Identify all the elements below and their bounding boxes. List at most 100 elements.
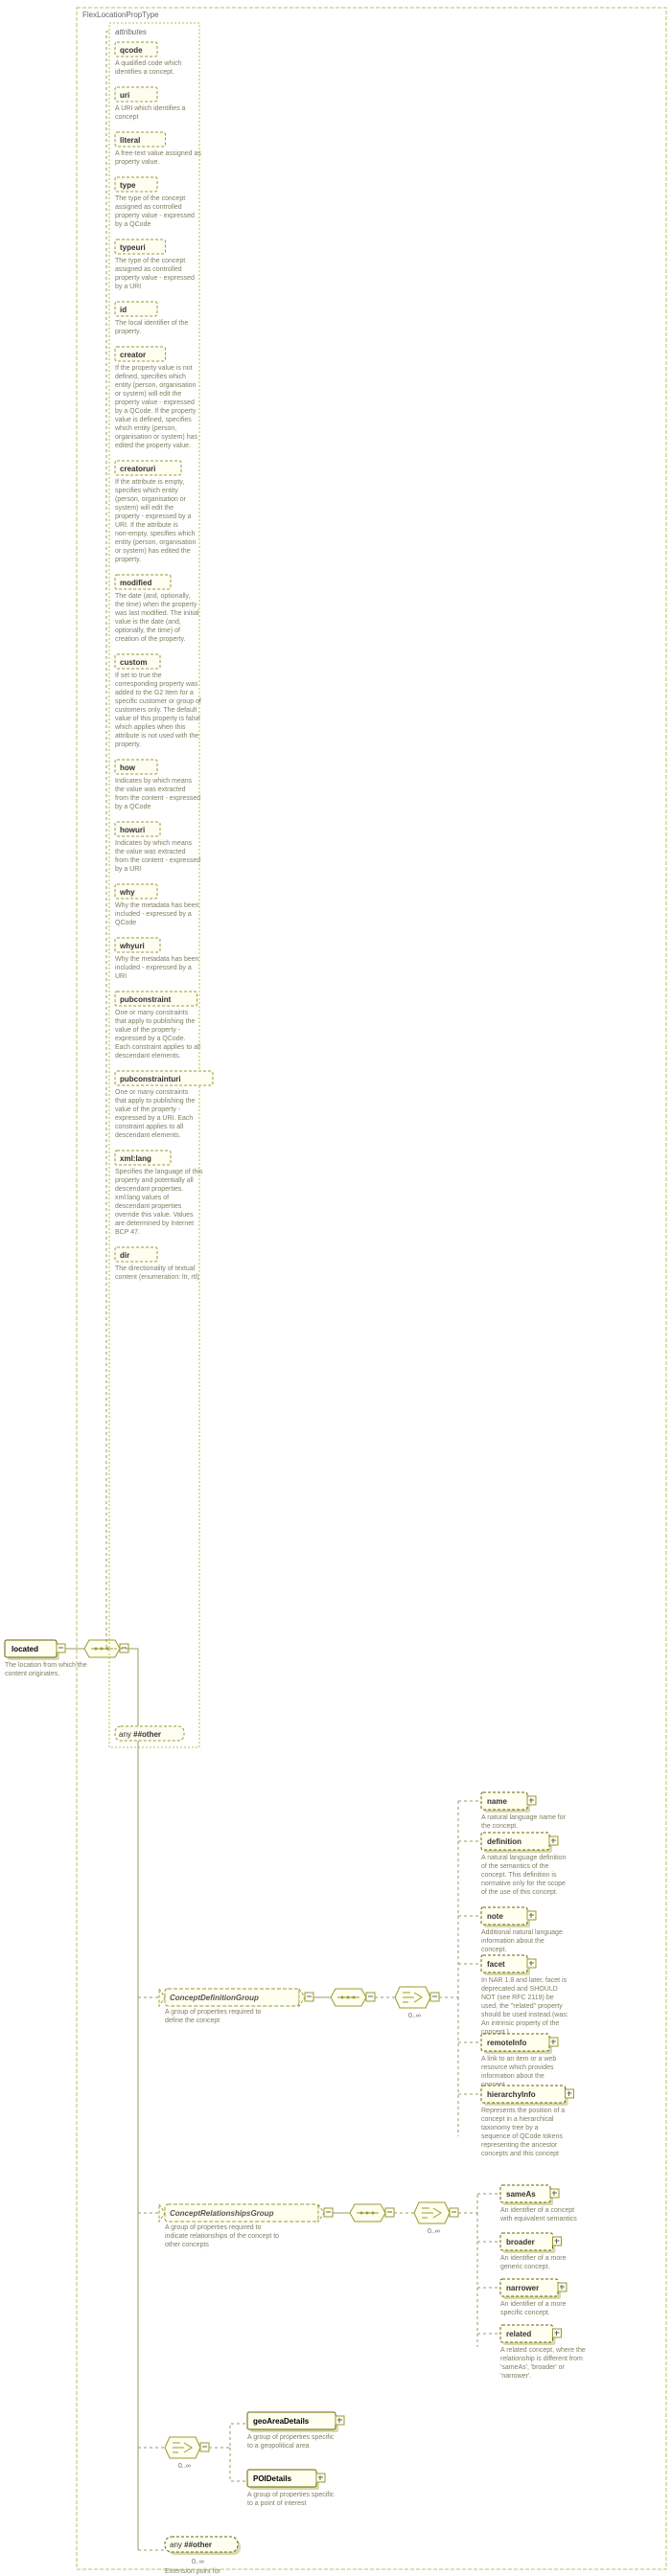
- attr-custom: customIf set to true thecorresponding pr…: [114, 654, 201, 748]
- svg-text:The type of the concept: The type of the concept: [115, 195, 185, 202]
- group-conceptrelationships: ConceptRelationshipsGroup A group of pro…: [159, 2204, 333, 2248]
- svg-text:0..∞: 0..∞: [428, 2228, 440, 2235]
- attr-pubconstraint: pubconstraintOne or many constraintsthat…: [115, 992, 201, 1060]
- svg-text:A free-text value assigned as: A free-text value assigned as: [115, 150, 201, 157]
- attr-typeuri: typeuriThe type of the conceptassigned a…: [115, 239, 195, 290]
- svg-text:0..∞: 0..∞: [192, 2559, 204, 2565]
- elem-geoareadetails: geoAreaDetails A group of properties spe…: [247, 2412, 344, 2450]
- elem-note: noteAdditional natural languageinformati…: [481, 1907, 563, 1953]
- svg-text:from the content - expressed: from the content - expressed: [115, 795, 200, 802]
- svg-text:descendant properties.: descendant properties.: [115, 1186, 183, 1193]
- svg-text:URI. If the attribute is: URI. If the attribute is: [115, 522, 178, 529]
- svg-text:URI: URI: [115, 973, 127, 980]
- svg-text:expressed by a URI. Each: expressed by a URI. Each: [115, 1115, 193, 1122]
- svg-text:A related concept, where the: A related concept, where the: [500, 2347, 586, 2354]
- attr-type: typeThe type of the conceptassigned as c…: [115, 177, 195, 228]
- sequence-crg: [350, 2204, 394, 2222]
- svg-text:non-empty, specifies which: non-empty, specifies which: [115, 531, 196, 537]
- svg-text:xml:lang values of: xml:lang values of: [115, 1195, 169, 1201]
- svg-text:any ##other: any ##other: [119, 1730, 161, 1739]
- svg-text:by a URI: by a URI: [115, 284, 141, 290]
- svg-text:specific customer or group of: specific customer or group of: [115, 698, 201, 705]
- svg-text:narrower: narrower: [506, 2284, 539, 2292]
- svg-text:A group of properties required: A group of properties required to: [165, 2224, 262, 2231]
- svg-text:related: related: [506, 2330, 531, 2338]
- svg-text:was last modified. The initial: was last modified. The initial: [114, 610, 199, 617]
- svg-text:content (enumeration: ltr, rtl: content (enumeration: ltr, rtl): [115, 1274, 199, 1281]
- svg-text:property value.: property value.: [115, 159, 159, 166]
- svg-text:The type of the concept: The type of the concept: [115, 258, 185, 264]
- svg-text:system) will edit the: system) will edit the: [115, 505, 174, 512]
- svg-text:entity (person, organisation: entity (person, organisation: [115, 539, 197, 546]
- svg-text:identifies a concept.: identifies a concept.: [115, 69, 174, 76]
- svg-text:(person, organisation or: (person, organisation or: [115, 496, 187, 503]
- svg-text:that apply to publishing the: that apply to publishing the: [115, 1098, 195, 1105]
- attr-qcode: qcode A qualified code which identifies a …: [115, 42, 181, 76]
- elem-broader: broaderAn identifier of a moregeneric co…: [500, 2233, 567, 2270]
- svg-text:NOT (see RFC 2119) be: NOT (see RFC 2119) be: [481, 1995, 554, 2001]
- elem-poidetails: POIDetails A group of properties specifi…: [247, 2470, 335, 2507]
- svg-text:generic concept.: generic concept.: [500, 2264, 549, 2270]
- svg-text:property value - expressed: property value - expressed: [115, 213, 195, 219]
- svg-text:with equivalent semantics: with equivalent semantics: [499, 2216, 577, 2223]
- svg-text:note: note: [487, 1912, 503, 1921]
- svg-text:information about the: information about the: [481, 1938, 545, 1945]
- svg-text:A link to an item or a web: A link to an item or a web: [481, 2056, 556, 2063]
- svg-text:value of this property is fals: value of this property is false: [115, 716, 200, 722]
- svg-text:property.: property.: [115, 557, 141, 563]
- svg-text:Why the metadata has been: Why the metadata has been: [115, 956, 199, 963]
- choice-geo-poi: 0..∞: [165, 2437, 209, 2470]
- svg-text:representing the ancestor: representing the ancestor: [481, 2142, 558, 2149]
- svg-text:Why the metadata has been: Why the metadata has been: [115, 902, 199, 909]
- svg-text:QCode: QCode: [115, 920, 136, 926]
- svg-text:0..∞: 0..∞: [408, 2013, 421, 2019]
- svg-text:pubconstrainturi: pubconstrainturi: [120, 1075, 181, 1083]
- svg-text:'narrower'.: 'narrower'.: [500, 2373, 531, 2380]
- svg-text:sequence of QCode tokens: sequence of QCode tokens: [481, 2133, 563, 2140]
- attr-wildcard-any-other: any ##other: [115, 1726, 184, 1741]
- svg-text:entity (person, organisation: entity (person, organisation: [115, 382, 197, 389]
- svg-text:assigned as controlled: assigned as controlled: [115, 204, 182, 211]
- svg-text:value of the property -: value of the property -: [115, 1106, 181, 1113]
- svg-text:from the content - expressed: from the content - expressed: [115, 857, 200, 864]
- svg-text:included - expressed by a: included - expressed by a: [115, 965, 192, 971]
- svg-text:resource which provides: resource which provides: [481, 2064, 554, 2071]
- svg-text:An intrinsic property of the: An intrinsic property of the: [481, 2020, 559, 2027]
- svg-text:or system) will edit the: or system) will edit the: [115, 391, 181, 398]
- svg-text:Indicates by which means: Indicates by which means: [115, 778, 193, 785]
- svg-text:Each constraint applies to all: Each constraint applies to all: [115, 1044, 201, 1051]
- svg-text:indicate relationships of the: indicate relationships of the concept to: [165, 2233, 279, 2240]
- svg-text:definition: definition: [487, 1837, 521, 1846]
- svg-text:concept. This definition is: concept. This definition is: [481, 1872, 557, 1879]
- svg-text:defined, specifies which: defined, specifies which: [115, 374, 186, 380]
- svg-text:expressed by a QCode.: expressed by a QCode.: [115, 1036, 186, 1042]
- svg-text:xml:lang: xml:lang: [120, 1154, 151, 1163]
- svg-text:corresponding property was: corresponding property was: [115, 681, 198, 688]
- elem-definition: definition A natural language definition o…: [481, 1833, 566, 1896]
- svg-text:property value - expressed: property value - expressed: [115, 275, 195, 282]
- svg-text:how: how: [120, 764, 136, 772]
- svg-text:organisation or system) has: organisation or system) has: [115, 434, 197, 441]
- svg-text:A qualified code which: A qualified code which: [115, 60, 181, 67]
- svg-text:sameAs: sameAs: [506, 2190, 536, 2199]
- svg-text:why: why: [119, 888, 135, 897]
- svg-text:by a QCode: by a QCode: [115, 804, 151, 810]
- svg-text:A natural language definition: A natural language definition: [481, 1855, 566, 1861]
- svg-text:concept in a hierarchical: concept in a hierarchical: [481, 2116, 554, 2123]
- svg-text:property value - expressed: property value - expressed: [115, 399, 195, 406]
- svg-text:An identifier of a more: An identifier of a more: [500, 2255, 567, 2262]
- svg-text:qcode: qcode: [120, 46, 143, 55]
- svg-text:literal: literal: [120, 136, 140, 145]
- svg-text:any ##other: any ##other: [170, 2541, 212, 2549]
- choice-cdg: 0..∞: [395, 1987, 439, 2019]
- svg-text:deprecated and SHOULD: deprecated and SHOULD: [481, 1986, 558, 1993]
- svg-text:'sameAs', 'broader' or: 'sameAs', 'broader' or: [500, 2364, 565, 2371]
- svg-text:of the semantics of the: of the semantics of the: [481, 1863, 549, 1870]
- svg-text:which entity (person,: which entity (person,: [114, 425, 176, 432]
- svg-text:or system) has edited the: or system) has edited the: [115, 548, 191, 555]
- svg-text:geoAreaDetails: geoAreaDetails: [253, 2417, 310, 2426]
- svg-text:The date (and, optionally,: The date (and, optionally,: [115, 593, 191, 600]
- svg-text:value is the date (and,: value is the date (and,: [115, 619, 181, 626]
- svg-text:If the property value is not: If the property value is not: [115, 365, 193, 372]
- elem-related: relatedA related concept, where therelat…: [500, 2325, 586, 2380]
